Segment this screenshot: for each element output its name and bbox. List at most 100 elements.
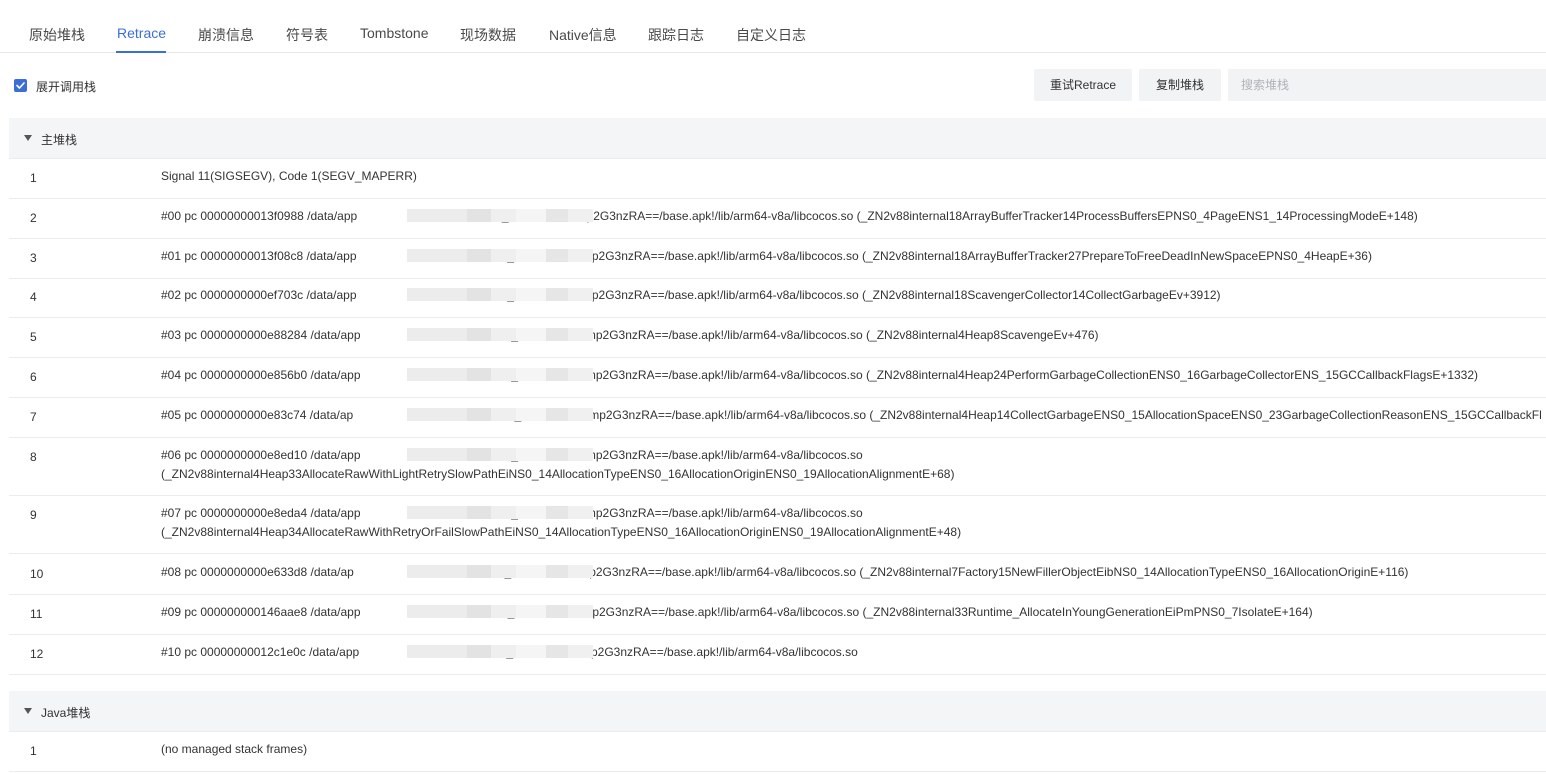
frame-text-line: (_ZN2v88internal4Heap33AllocateRawWithLi… xyxy=(161,467,955,481)
redaction-block xyxy=(516,506,546,519)
redaction-block xyxy=(467,605,491,618)
redaction-block xyxy=(568,368,593,381)
redaction-block xyxy=(491,565,516,578)
redaction-block xyxy=(568,506,593,519)
redaction-block xyxy=(467,209,491,222)
stack-frame-row: 12 #10 pc 00000000012c1e0c /data/app T_kC… xyxy=(9,635,1546,675)
frame-text-line: #10 pc 00000000012c1e0c /data/app T_kCZC… xyxy=(161,645,858,659)
section-title: 主堆栈 xyxy=(41,133,78,147)
tab-tombstone[interactable]: Tombstone xyxy=(360,25,428,41)
tab-raw-stack[interactable]: 原始堆栈 xyxy=(29,25,85,45)
frame-text-line: #08 pc 0000000000e633d8 /data/ap k-T_kCZ… xyxy=(161,565,1409,579)
redaction-block xyxy=(467,408,491,421)
frame-text-line: #03 pc 0000000000e88284 /data/app k-T_kC… xyxy=(161,328,1099,342)
redaction-block xyxy=(546,328,568,341)
frame-text: #00 pc 00000000013f0988 /data/app -T_kCZ… xyxy=(161,207,1546,226)
frame-text: #02 pc 0000000000ef703c /data/app k-T_kC… xyxy=(161,286,1546,305)
frame-index: 12 xyxy=(30,647,44,661)
search-stack-input[interactable] xyxy=(1228,69,1546,101)
frame-text: #09 pc 000000000146aae8 /data/app T_kCZC… xyxy=(161,603,1546,622)
redaction-block xyxy=(546,565,568,578)
copy-stack-button[interactable]: 复制堆栈 xyxy=(1139,69,1221,101)
toolbar: 展开调用栈 重试Retrace 复制堆栈 xyxy=(0,68,1546,102)
frame-text: #06 pc 0000000000e8ed10 /data/app k-T_kC… xyxy=(161,446,1546,484)
redaction-block xyxy=(516,408,546,421)
frame-text: #05 pc 0000000000e83c74 /data/ap 2-k-T_k… xyxy=(161,406,1546,425)
tab-symbols[interactable]: 符号表 xyxy=(286,25,328,45)
frame-text: #03 pc 0000000000e88284 /data/app k-T_kC… xyxy=(161,326,1546,345)
redaction-block xyxy=(407,448,467,461)
frame-index: 1 xyxy=(30,171,37,185)
tab-retrace[interactable]: Retrace xyxy=(117,25,166,41)
redaction-block xyxy=(546,605,568,618)
frame-text-line: #05 pc 0000000000e83c74 /data/ap 2-k-T_k… xyxy=(161,408,1542,422)
redaction-block xyxy=(568,288,593,301)
caret-down-icon xyxy=(24,135,32,141)
frame-index: 8 xyxy=(30,450,37,464)
redaction-block xyxy=(407,328,467,341)
tab-crash-info[interactable]: 崩溃信息 xyxy=(198,25,254,45)
redaction-block xyxy=(568,328,593,341)
redaction-block xyxy=(568,249,593,262)
redaction-block xyxy=(516,448,546,461)
redaction-block xyxy=(491,249,516,262)
frame-index: 11 xyxy=(30,607,43,621)
retry-retrace-button[interactable]: 重试Retrace xyxy=(1034,69,1132,101)
redaction-block xyxy=(467,368,491,381)
redaction-block xyxy=(407,605,467,618)
redaction-block xyxy=(467,506,491,519)
redaction-block xyxy=(546,249,568,262)
redaction-block xyxy=(516,288,546,301)
expand-stack-checkbox[interactable] xyxy=(14,79,27,92)
frame-text: #04 pc 0000000000e856b0 /data/app k-T_kC… xyxy=(161,366,1546,385)
frame-text-line: #07 pc 0000000000e8eda4 /data/app k-T_kC… xyxy=(161,506,863,520)
redaction-block xyxy=(407,645,467,658)
frame-text: #08 pc 0000000000e633d8 /data/ap k-T_kCZ… xyxy=(161,563,1546,582)
redaction-block xyxy=(516,328,546,341)
redaction-block xyxy=(407,565,467,578)
redaction-block xyxy=(407,408,467,421)
tab-bar: 原始堆栈 Retrace 崩溃信息 符号表 Tombstone 现场数据 Nat… xyxy=(0,0,1546,53)
frame-index: 1 xyxy=(30,744,37,758)
redaction-block xyxy=(546,448,568,461)
active-tab-indicator xyxy=(116,51,166,53)
frame-text: #01 pc 00000000013f08c8 /data/app k-T_kC… xyxy=(161,247,1546,266)
main-stack-header[interactable]: 主堆栈 xyxy=(9,118,1546,159)
redaction-block xyxy=(568,448,593,461)
redaction-block xyxy=(491,368,516,381)
section-title: Java堆栈 xyxy=(41,706,91,720)
redaction-block xyxy=(491,506,516,519)
tab-custom-log[interactable]: 自定义日志 xyxy=(736,25,806,45)
stack-frame-row: 4 #02 pc 0000000000ef703c /data/app k-T_k… xyxy=(9,278,1546,318)
tab-native-info[interactable]: Native信息 xyxy=(549,25,617,45)
redaction-block xyxy=(407,249,467,262)
redaction-block xyxy=(546,209,568,222)
frame-text: (no managed stack frames) xyxy=(161,740,1546,759)
redaction-block xyxy=(546,368,568,381)
frame-text: Signal 11(SIGSEGV), Code 1(SEGV_MAPERR) xyxy=(161,167,1546,186)
frame-index: 10 xyxy=(30,567,44,581)
redaction-block xyxy=(467,645,491,658)
redaction-block xyxy=(467,249,491,262)
redaction-block xyxy=(546,408,568,421)
stack-frame-row: 8 #06 pc 0000000000e8ed10 /data/app k-T_k… xyxy=(9,438,1546,496)
redaction-block xyxy=(546,645,568,658)
frame-index: 4 xyxy=(30,290,37,304)
frame-text-line: #02 pc 0000000000ef703c /data/app k-T_kC… xyxy=(161,288,1221,302)
frame-text: #07 pc 0000000000e8eda4 /data/app k-T_kC… xyxy=(161,504,1546,542)
check-icon xyxy=(16,82,25,89)
stack-frame-row: 9 #07 pc 0000000000e8eda4 /data/app k-T_k… xyxy=(9,496,1546,554)
frame-index: 3 xyxy=(30,251,37,265)
tab-trace-log[interactable]: 跟踪日志 xyxy=(648,25,704,45)
tab-scene-data[interactable]: 现场数据 xyxy=(460,25,516,45)
frame-text-line: (no managed stack frames) xyxy=(161,742,308,756)
redaction-block xyxy=(546,288,568,301)
redaction-block xyxy=(491,448,516,461)
redaction-block xyxy=(491,209,516,222)
redaction-block xyxy=(467,288,491,301)
frame-index: 2 xyxy=(30,211,37,225)
redaction-block xyxy=(467,448,491,461)
stack-frame-row: 1 (no managed stack frames) xyxy=(9,732,1546,772)
java-stack-header[interactable]: Java堆栈 xyxy=(9,691,1546,732)
frame-index: 5 xyxy=(30,330,37,344)
